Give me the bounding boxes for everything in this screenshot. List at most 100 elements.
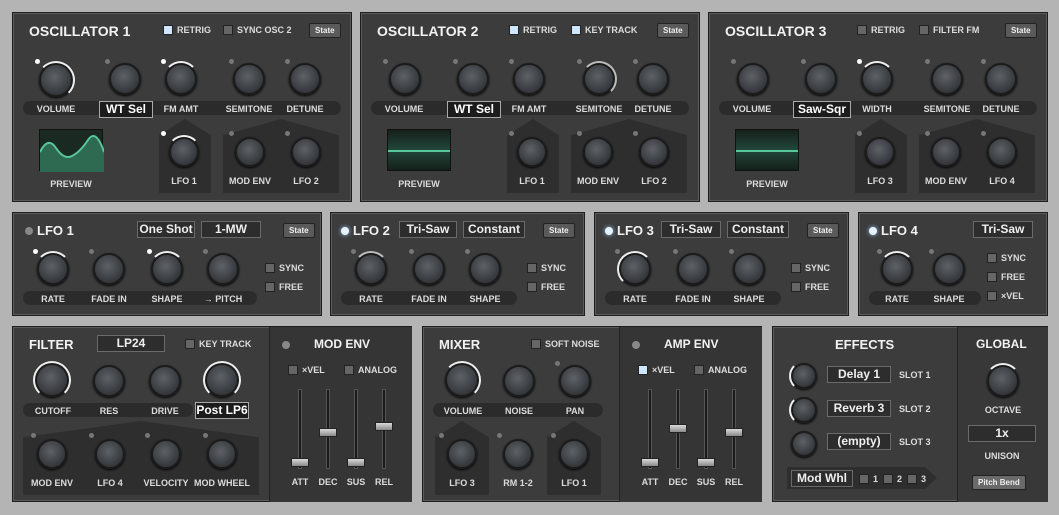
osc2-state-button[interactable]: State xyxy=(657,23,689,38)
osc3-filterfm-checkbox[interactable] xyxy=(919,25,929,35)
osc1-mod-modenv-knob[interactable] xyxy=(235,137,265,167)
lfo2-shape-select[interactable]: Tri-Saw xyxy=(399,221,457,238)
ampenv-dec-fader[interactable] xyxy=(669,424,687,433)
lfo4-sync-checkbox[interactable] xyxy=(987,253,997,263)
mixer-pan-knob[interactable] xyxy=(559,365,591,397)
lfo4-shape-knob[interactable] xyxy=(933,253,965,285)
osc2-keytrack-checkbox[interactable] xyxy=(571,25,581,35)
osc3-width-knob[interactable] xyxy=(859,61,895,95)
osc2-retrig-checkbox[interactable] xyxy=(509,25,519,35)
lfo4-shape-select[interactable]: Tri-Saw xyxy=(973,221,1033,238)
lfo3-fadein-knob[interactable] xyxy=(677,253,709,285)
filter-mod-modenv-knob[interactable] xyxy=(37,439,67,469)
lfo3-free-checkbox[interactable] xyxy=(791,282,801,292)
osc3-mod-modenv-knob[interactable] xyxy=(931,137,961,167)
effects-chan1-checkbox[interactable] xyxy=(859,474,869,484)
global-pitchbend-button[interactable]: Pitch Bend xyxy=(972,475,1026,490)
osc3-mod-lfo4-knob[interactable] xyxy=(987,137,1017,167)
lfo1-shape-knob[interactable] xyxy=(149,251,185,285)
effects-slot2-select[interactable]: Reverb 3 xyxy=(827,400,891,417)
ampenv-analog-checkbox[interactable] xyxy=(694,365,704,375)
filter-post-knob[interactable] xyxy=(203,361,241,399)
lfo2-state-button[interactable]: State xyxy=(543,223,575,238)
osc3-state-button[interactable]: State xyxy=(1005,23,1037,38)
osc3-wave-knob[interactable] xyxy=(805,63,837,95)
lfo3-shape-knob[interactable] xyxy=(733,253,765,285)
filter-mod-modwheel-knob[interactable] xyxy=(207,439,237,469)
lfo4-vel-checkbox[interactable] xyxy=(987,291,997,301)
lfo2-fadein-knob[interactable] xyxy=(413,253,445,285)
lfo4-free-checkbox[interactable] xyxy=(987,272,997,282)
osc1-mod-lfo1-knob[interactable] xyxy=(167,135,201,167)
modenv-vel-checkbox[interactable] xyxy=(288,365,298,375)
lfo1-rate-knob[interactable] xyxy=(35,251,71,285)
filter-type-select[interactable]: LP24 xyxy=(97,335,165,352)
osc2-wtsel-knob[interactable] xyxy=(457,63,489,95)
filter-mod-lfo4-knob[interactable] xyxy=(95,439,125,469)
global-octave-knob[interactable] xyxy=(985,363,1021,397)
osc2-wt-select[interactable]: WT Sel xyxy=(447,101,501,118)
mixer-mod-lfo3-knob[interactable] xyxy=(447,439,477,469)
osc2-semitone-knob[interactable] xyxy=(581,61,617,97)
modenv-rel-fader[interactable] xyxy=(375,422,393,431)
effects-modsrc-select[interactable]: Mod Whl xyxy=(791,470,853,487)
global-unison-select[interactable]: 1x xyxy=(968,425,1036,442)
lfo2-shape-knob[interactable] xyxy=(469,253,501,285)
lfo2-free-checkbox[interactable] xyxy=(527,282,537,292)
mixer-rm-knob[interactable] xyxy=(503,439,533,469)
effects-slot1-knob[interactable] xyxy=(789,361,817,391)
osc1-state-button[interactable]: State xyxy=(309,23,341,38)
filter-cutoff-knob[interactable] xyxy=(33,361,71,399)
lfo1-free-checkbox[interactable] xyxy=(265,282,275,292)
modenv-dec-fader[interactable] xyxy=(319,428,337,437)
osc2-volume-knob[interactable] xyxy=(389,63,421,95)
osc1-retrig-checkbox[interactable] xyxy=(163,25,173,35)
lfo4-rate-knob[interactable] xyxy=(879,251,915,285)
osc2-mod-modenv-knob[interactable] xyxy=(583,137,613,167)
osc3-mod-lfo3-knob[interactable] xyxy=(865,137,895,167)
mixer-noise-knob[interactable] xyxy=(503,365,535,397)
lfo2-mode-select[interactable]: Constant xyxy=(463,221,525,238)
osc1-wt-select[interactable]: WT Sel xyxy=(99,101,153,118)
osc2-mod-lfo2-knob[interactable] xyxy=(639,137,669,167)
filter-mod-velocity-knob[interactable] xyxy=(151,439,181,469)
lfo2-sync-checkbox[interactable] xyxy=(527,263,537,273)
filter-res-knob[interactable] xyxy=(93,365,125,397)
effects-slot1-select[interactable]: Delay 1 xyxy=(827,366,891,383)
osc2-mod-lfo1-knob[interactable] xyxy=(517,137,547,167)
modenv-sus-fader[interactable] xyxy=(347,458,365,467)
effects-slot3-knob[interactable] xyxy=(791,431,817,457)
lfo1-shape-select[interactable]: One Shot xyxy=(137,221,195,238)
ampenv-vel-checkbox[interactable] xyxy=(638,365,648,375)
osc3-semitone-knob[interactable] xyxy=(931,63,963,95)
lfo2-rate-knob[interactable] xyxy=(353,251,389,285)
filter-keytrack-checkbox[interactable] xyxy=(185,339,195,349)
lfo3-shape-select[interactable]: Tri-Saw xyxy=(661,221,721,238)
osc2-detune-knob[interactable] xyxy=(637,63,669,95)
osc2-fmamt-knob[interactable] xyxy=(513,63,545,95)
filter-post-select[interactable]: Post LP6 xyxy=(195,402,249,419)
effects-slot3-select[interactable]: (empty) xyxy=(827,433,891,450)
ampenv-rel-fader[interactable] xyxy=(725,428,743,437)
lfo3-rate-knob[interactable] xyxy=(617,251,653,287)
modenv-analog-checkbox[interactable] xyxy=(344,365,354,375)
lfo1-fadein-knob[interactable] xyxy=(93,253,125,285)
mixer-softnoise-checkbox[interactable] xyxy=(531,339,541,349)
lfo1-state-button[interactable]: State xyxy=(283,223,315,238)
effects-chan3-checkbox[interactable] xyxy=(907,474,917,484)
lfo1-pitch-knob[interactable] xyxy=(207,253,239,285)
osc1-fmamt-knob[interactable] xyxy=(163,61,199,95)
lfo3-mode-select[interactable]: Constant xyxy=(727,221,789,238)
effects-slot2-knob[interactable] xyxy=(789,395,817,425)
osc3-detune-knob[interactable] xyxy=(985,63,1017,95)
lfo3-sync-checkbox[interactable] xyxy=(791,263,801,273)
osc3-retrig-checkbox[interactable] xyxy=(857,25,867,35)
osc1-detune-knob[interactable] xyxy=(289,63,321,95)
filter-drive-knob[interactable] xyxy=(149,365,181,397)
effects-chan2-checkbox[interactable] xyxy=(883,474,893,484)
osc1-semitone-knob[interactable] xyxy=(233,63,265,95)
modenv-att-fader[interactable] xyxy=(291,458,309,467)
mixer-mod-lfo1-knob[interactable] xyxy=(559,439,589,469)
lfo1-sync-checkbox[interactable] xyxy=(265,263,275,273)
ampenv-att-fader[interactable] xyxy=(641,458,659,467)
